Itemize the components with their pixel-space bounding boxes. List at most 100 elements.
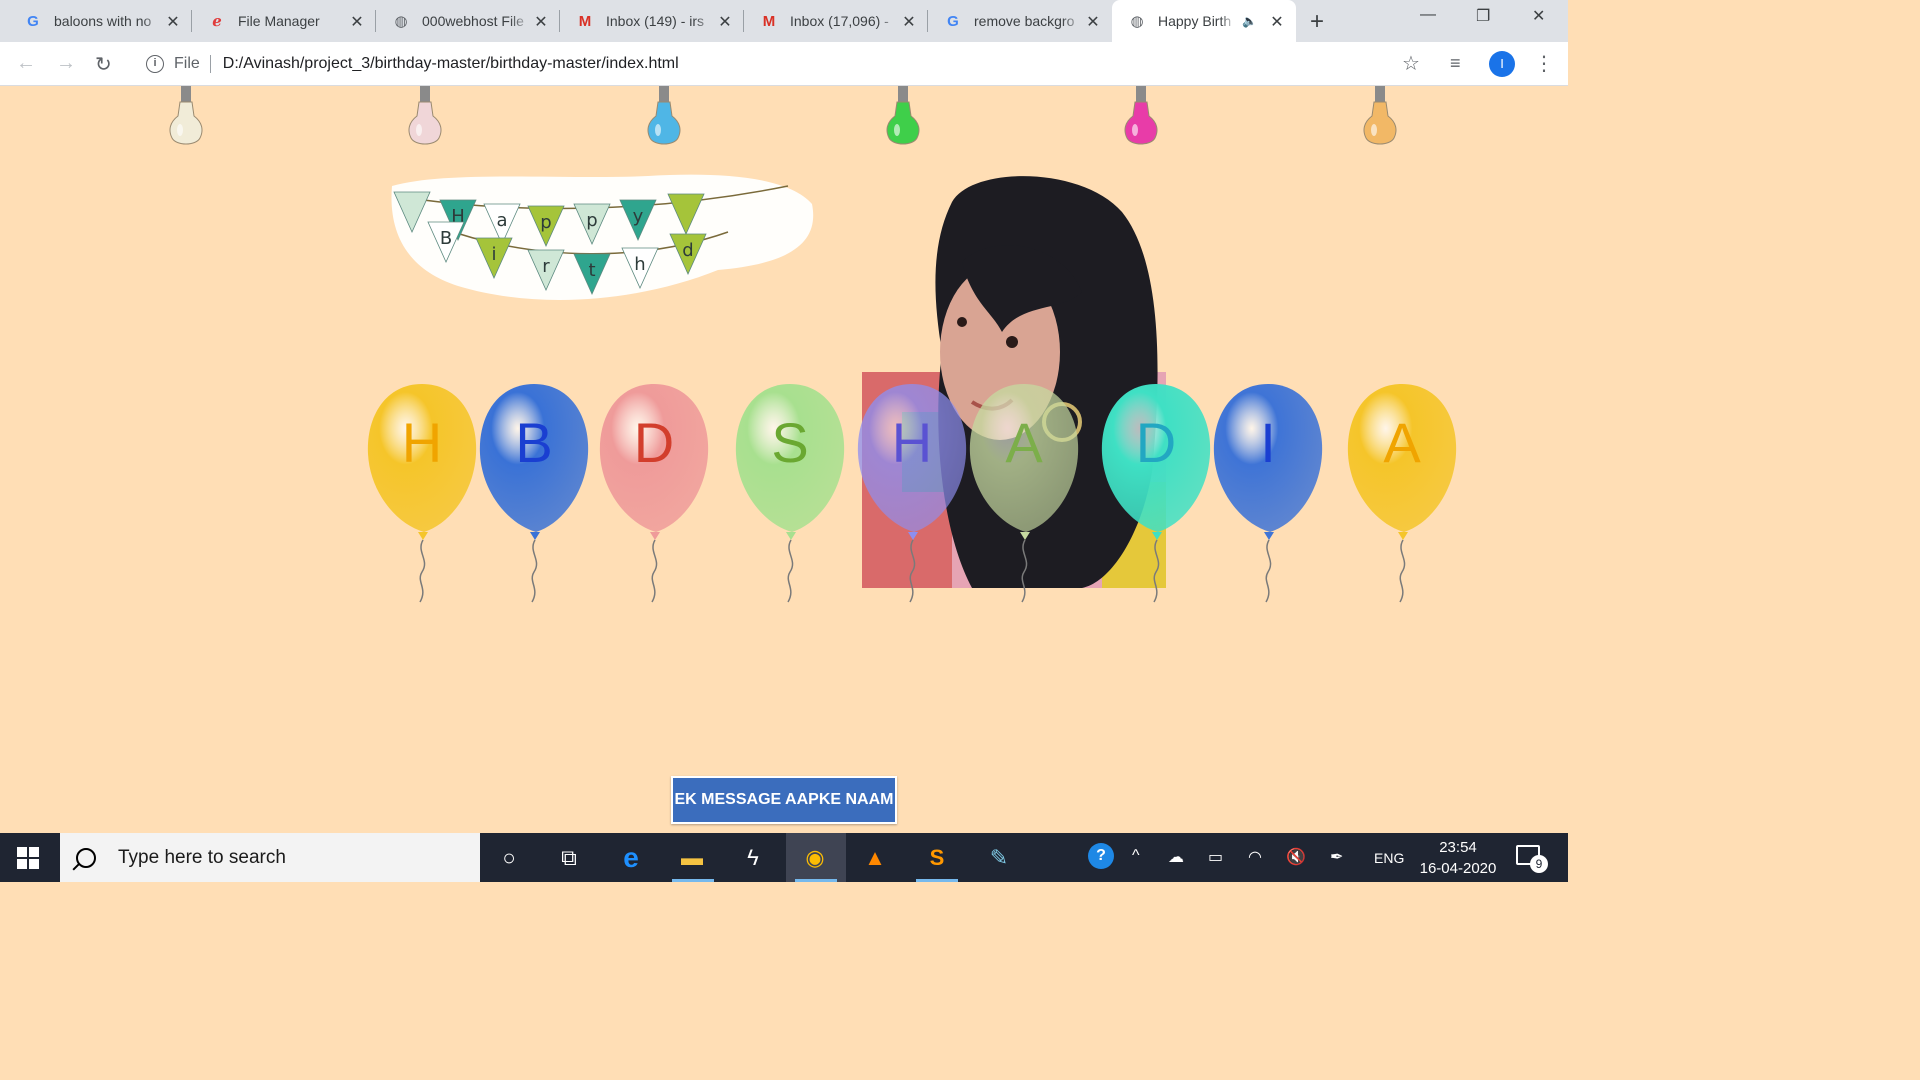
close-icon[interactable]: ✕: [900, 12, 918, 32]
balloon-letter: H: [891, 411, 933, 474]
balloon: I: [1212, 382, 1324, 604]
search-icon: [76, 847, 96, 868]
pen-icon[interactable]: ✒: [1330, 847, 1343, 867]
minimize-icon[interactable]: —: [1420, 6, 1436, 24]
sublime-text-icon[interactable]: S: [922, 843, 952, 873]
tab-file-manager[interactable]: ℯ File Manager ✕: [192, 0, 376, 42]
file-explorer-icon[interactable]: ▬: [677, 843, 707, 873]
help-icon[interactable]: ?: [1088, 843, 1114, 869]
balloon: A: [1346, 382, 1458, 604]
info-icon[interactable]: i: [146, 55, 164, 73]
file-manager-icon: ℯ: [212, 13, 222, 30]
balloon: A: [968, 382, 1080, 604]
light-bulb: [644, 86, 684, 148]
bunting-letter: t: [588, 260, 595, 281]
cortana-icon[interactable]: ○: [494, 843, 524, 873]
volume-muted-icon[interactable]: 🔇: [1286, 847, 1306, 867]
language-indicator[interactable]: ENG: [1374, 850, 1404, 866]
profile-avatar[interactable]: I: [1489, 51, 1515, 77]
balloon-letter: I: [1260, 411, 1276, 474]
balloon: D: [598, 382, 710, 604]
new-tab-button[interactable]: +: [1310, 8, 1324, 36]
close-icon[interactable]: ✕: [1084, 12, 1102, 32]
close-icon[interactable]: ✕: [716, 12, 734, 32]
balloon-letter: B: [515, 411, 553, 474]
tab-title: baloons with no: [54, 13, 152, 29]
google-icon: G: [27, 12, 39, 30]
tab-inbox-149[interactable]: M Inbox (149) - irs ✕: [560, 0, 744, 42]
app-lightning-icon[interactable]: ϟ: [738, 843, 768, 873]
clock[interactable]: 23:54 16-04-2020: [1418, 837, 1498, 879]
task-view-icon[interactable]: ⧉: [554, 843, 584, 873]
vlc-icon[interactable]: ▲: [860, 843, 890, 873]
bunting-letter: p: [540, 212, 551, 233]
tab-title: Happy Birth: [1158, 13, 1232, 29]
close-icon[interactable]: ✕: [164, 12, 182, 32]
search-placeholder: Type here to search: [118, 846, 286, 868]
paint-icon[interactable]: ✎: [984, 843, 1014, 873]
back-icon[interactable]: ←: [16, 52, 36, 75]
wifi-icon[interactable]: ◠: [1248, 847, 1262, 867]
chevron-up-icon[interactable]: ^: [1132, 847, 1140, 865]
bunting-letter: y: [633, 206, 644, 227]
reload-icon[interactable]: ↻: [95, 52, 112, 77]
close-icon[interactable]: ✕: [1268, 12, 1286, 32]
windows-taskbar: Type here to search ○ ⧉ e ▬ ϟ ◉ ▲ S ✎ ? …: [0, 833, 1568, 882]
birthday-page: Happy Birthd HBDSHADIA EK MESSAGE AAPKE …: [0, 86, 1568, 832]
restore-icon[interactable]: ❐: [1476, 6, 1490, 26]
onedrive-icon[interactable]: ☁: [1168, 847, 1184, 867]
chrome-icon[interactable]: ◉: [800, 843, 830, 873]
tab-title: remove backgro: [974, 13, 1075, 29]
globe-icon: ◍: [1130, 13, 1144, 30]
tab-baloons-search[interactable]: G baloons with no ✕: [8, 0, 192, 42]
edge-icon[interactable]: e: [616, 842, 646, 873]
gmail-icon: M: [762, 12, 776, 30]
tab-strip: G baloons with no ✕ ℯ File Manager ✕ ◍ 0…: [0, 0, 1568, 42]
battery-icon[interactable]: ▭: [1208, 847, 1223, 867]
message-button[interactable]: EK MESSAGE AAPKE NAAM: [671, 776, 897, 824]
taskbar-search-box[interactable]: Type here to search: [60, 833, 480, 882]
gmail-icon: M: [578, 12, 592, 30]
balloon-letter: A: [1383, 411, 1421, 474]
clock-date: 16-04-2020: [1419, 860, 1497, 877]
light-bulb: [405, 86, 445, 148]
balloon: H: [366, 382, 478, 604]
balloon-letter: D: [633, 411, 675, 474]
tab-000webhost[interactable]: ◍ 000webhost File ✕: [376, 0, 560, 42]
speaker-icon[interactable]: 🔈: [1242, 14, 1257, 28]
balloon-letter: D: [1135, 411, 1177, 474]
bunting-letter: i: [491, 244, 496, 265]
balloon: H: [856, 382, 968, 604]
window-close-icon[interactable]: ✕: [1532, 6, 1545, 26]
tab-remove-background[interactable]: G remove backgro ✕: [928, 0, 1112, 42]
notification-icon[interactable]: 9: [1516, 845, 1548, 873]
bunting-letter: p: [586, 210, 597, 231]
close-icon[interactable]: ✕: [532, 12, 550, 32]
bunting-letter: B: [440, 228, 452, 249]
balloon-letter: S: [771, 411, 809, 474]
tab-title: 000webhost File: [422, 13, 524, 29]
balloon: D: [1100, 382, 1212, 604]
balloon: B: [478, 382, 590, 604]
tab-inbox-17096[interactable]: M Inbox (17,096) - ✕: [744, 0, 928, 42]
scheme-label: File: [174, 55, 211, 73]
light-bulb: [166, 86, 206, 148]
balloon-letter: H: [401, 411, 443, 474]
media-control-icon[interactable]: ≡: [1450, 53, 1461, 74]
url-text[interactable]: D:/Avinash/project_3/birthday-master/bir…: [223, 55, 679, 73]
tab-title: Inbox (17,096) -: [790, 13, 889, 29]
close-icon[interactable]: ✕: [348, 12, 366, 32]
menu-icon[interactable]: ⋮: [1534, 51, 1554, 76]
light-bulb: [1121, 86, 1161, 148]
browser-toolbar: ← → ↻ i File D:/Avinash/project_3/birthd…: [0, 42, 1568, 86]
light-bulb: [1360, 86, 1400, 148]
address-bar[interactable]: i File D:/Avinash/project_3/birthday-mas…: [134, 48, 1434, 80]
windows-start-icon[interactable]: [17, 847, 39, 869]
notification-count: 9: [1530, 855, 1548, 873]
clock-time: 23:54: [1439, 839, 1477, 856]
globe-icon: ◍: [394, 13, 408, 30]
tab-happy-birthday[interactable]: ◍ Happy Birth 🔈 ✕: [1112, 0, 1296, 42]
forward-icon[interactable]: →: [56, 52, 76, 75]
light-bulb: [883, 86, 923, 148]
bookmark-star-icon[interactable]: ☆: [1402, 51, 1420, 76]
